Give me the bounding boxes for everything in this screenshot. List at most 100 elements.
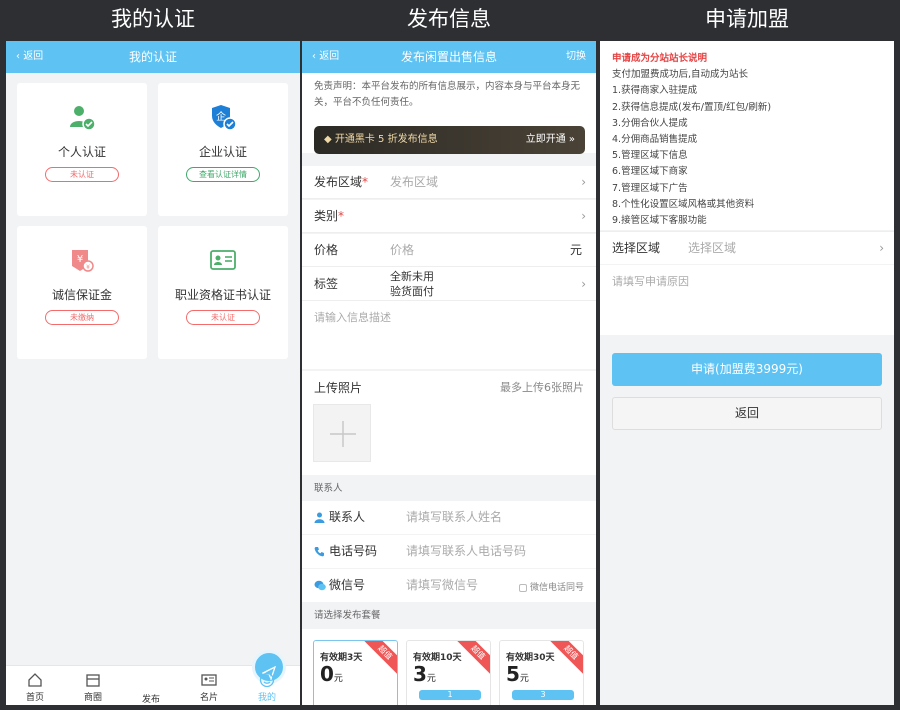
cert-name: 企业认证 xyxy=(198,145,247,159)
checkbox-label: 微信电话同号 xyxy=(529,583,584,593)
tab-label: 我的 xyxy=(257,693,276,703)
category-field[interactable]: 类别* › xyxy=(302,200,596,233)
field-label: 微信号 xyxy=(329,578,366,592)
top-bar: ‹ 返回 我的认证 xyxy=(6,41,300,73)
notice-line: 7.管理区域下广告 xyxy=(612,182,688,194)
contact-wechat-input[interactable]: 请填写微信号 xyxy=(406,569,478,602)
plan-price: 3 xyxy=(413,662,427,686)
cert-card-enterprise[interactable]: 企 企业认证 查看认证详情 xyxy=(158,83,288,216)
status-badge[interactable]: 未缴纳 xyxy=(45,310,119,325)
plan-unit: 元 xyxy=(519,674,529,684)
diamond-icon: ◆ xyxy=(324,134,335,145)
description-textarea[interactable]: 请输入信息描述 xyxy=(302,301,596,369)
cert-name: 职业资格证书认证 xyxy=(174,288,271,302)
plan-bar: 1 xyxy=(419,690,481,700)
notice-title: 申请成为分站站长说明 xyxy=(612,53,708,64)
tab-home[interactable]: 首页 xyxy=(6,666,64,705)
plan-card[interactable]: 超值 有效期10天 3元 1 xyxy=(406,640,491,705)
wechat-same-checkbox[interactable]: 微信电话同号 xyxy=(518,580,584,593)
contact-name-field[interactable]: 联系人 请填写联系人姓名 xyxy=(302,501,596,534)
tab-label: 商圈 xyxy=(83,693,102,703)
apply-button[interactable]: 申请(加盟费3999元) xyxy=(612,353,882,386)
cert-card-qualification[interactable]: 职业资格证书认证 未认证 xyxy=(158,226,288,359)
cert-card-deposit[interactable]: ¥ ¥ 诚信保证金 未缴纳 xyxy=(17,226,147,359)
notice-line: 4.分佣商品销售提成 xyxy=(612,134,698,146)
vip-text: 开通黑卡 5 折发布信息 xyxy=(334,134,438,145)
caption-my-certification: 我的认证 xyxy=(111,7,195,31)
panel-publish-info: ‹ 返回 发布闲置出售信息 切换 免责声明：本平台发布的所有信息展示，内容本身与… xyxy=(302,41,596,705)
tab-business[interactable]: 商圈 xyxy=(64,666,122,705)
contact-section-label: 联系人 xyxy=(302,478,596,500)
plan-list: 超值 有效期3天 0元 超值 有效期10天 3元 1 超值 有效期30天 5元 … xyxy=(302,629,596,705)
plan-card[interactable]: 超值 有效期3天 0元 xyxy=(313,640,398,705)
tab-label: 发布 xyxy=(141,695,160,705)
panel-apply-franchise: 申请成为分站站长说明 支付加盟费成功后,自动成为站长 1.获得商家入驻提成 2.… xyxy=(600,41,894,705)
field-label: 电话号码 xyxy=(329,544,378,558)
back-button[interactable]: 返回 xyxy=(612,397,882,430)
checkbox-icon xyxy=(518,583,527,592)
tag-item[interactable]: 验货面付 xyxy=(390,284,434,299)
notice-line: 6.管理区域下商家 xyxy=(612,166,688,178)
upload-hint: 最多上传6张照片 xyxy=(500,381,584,394)
region-field[interactable]: 发布区域* 发布区域 › xyxy=(302,166,596,199)
contact-phone-field[interactable]: 电话号码 请填写联系人电话号码 xyxy=(302,535,596,568)
price-input[interactable]: 价格 xyxy=(390,234,414,267)
vip-banner[interactable]: ◆ 开通黑卡 5 折发布信息 立即开通 » xyxy=(314,126,585,154)
tab-card[interactable]: 名片 xyxy=(180,666,238,705)
shield-check-icon: 企 xyxy=(212,105,237,131)
status-badge[interactable]: 查看认证详情 xyxy=(186,167,260,182)
phone-icon xyxy=(314,547,324,557)
franchise-notice: 申请成为分站站长说明 支付加盟费成功后,自动成为站长 1.获得商家入驻提成 2.… xyxy=(600,41,894,230)
contact-phone-input[interactable]: 请填写联系人电话号码 xyxy=(406,535,526,568)
status-badge[interactable]: 未认证 xyxy=(186,310,260,325)
field-label: 价格 xyxy=(314,243,339,257)
plan-card[interactable]: 超值 有效期30天 5元 3 xyxy=(499,640,584,705)
notice-line: 1.获得商家入驻提成 xyxy=(612,85,698,97)
select-region-field[interactable]: 选择区域 选择区域 › xyxy=(600,231,894,264)
tab-publish[interactable]: 发布 xyxy=(122,650,286,705)
vip-open-link[interactable]: 立即开通 » xyxy=(526,126,575,154)
tab-label: 首页 xyxy=(25,693,44,703)
reason-textarea[interactable]: 请填写申请原因 xyxy=(600,265,894,335)
store-icon xyxy=(86,674,100,687)
field-label: 标签 xyxy=(314,277,339,291)
status-badge[interactable]: 未认证 xyxy=(45,167,119,182)
plan-price: 5 xyxy=(506,662,520,686)
ribbon-badge: 超值 xyxy=(362,641,397,676)
plus-icon xyxy=(330,421,356,447)
page-title: 我的认证 xyxy=(128,50,177,64)
caption-apply-franchise: 申请加盟 xyxy=(705,7,789,31)
plan-unit: 元 xyxy=(426,674,436,684)
cert-name: 诚信保证金 xyxy=(51,288,112,302)
id-card-icon xyxy=(201,674,217,686)
plan-price: 0 xyxy=(320,662,334,686)
notice-line: 5.管理区域下信息 xyxy=(612,150,688,162)
id-card-icon xyxy=(210,250,236,270)
tab-mine[interactable]: 我的 xyxy=(238,666,296,705)
yen-badge-icon: ¥ ¥ xyxy=(72,250,94,272)
person-check-icon xyxy=(70,106,96,131)
page-title: 发布闲置出售信息 xyxy=(400,50,497,64)
price-unit: 元 xyxy=(569,243,582,257)
notice-line: 9.接管区域下客服功能 xyxy=(612,215,707,227)
chevron-right-icon: › xyxy=(581,277,586,291)
top-bar: ‹ 返回 发布闲置出售信息 切换 xyxy=(302,41,596,73)
cert-card-personal[interactable]: 个人认证 未认证 xyxy=(17,83,147,216)
svg-text:¥: ¥ xyxy=(77,254,83,265)
cert-name: 个人认证 xyxy=(57,145,106,159)
caption-publish-info: 发布信息 xyxy=(407,7,491,31)
price-field[interactable]: 价格 价格 元 xyxy=(302,234,596,267)
contact-name-input[interactable]: 请填写联系人姓名 xyxy=(406,501,502,534)
plan-section-label: 请选择发布套餐 xyxy=(302,605,596,627)
required-star: * xyxy=(338,209,345,223)
required-star: * xyxy=(362,175,369,189)
switch-button[interactable]: 切换 xyxy=(566,41,586,73)
tag-field[interactable]: 标签 全新未用 验货面付 › xyxy=(302,267,596,301)
tag-list: 全新未用 验货面付 xyxy=(390,269,434,299)
notice-line: 2.获得信息提成(发布/置顶/红包/刷新) xyxy=(612,101,772,113)
chevron-right-icon: › xyxy=(581,175,586,189)
tag-item[interactable]: 全新未用 xyxy=(390,269,434,284)
contact-wechat-field[interactable]: 微信号 请填写微信号 微信电话同号 xyxy=(302,569,596,602)
field-label: 发布区域 xyxy=(314,175,363,189)
add-photo-button[interactable] xyxy=(313,404,371,462)
